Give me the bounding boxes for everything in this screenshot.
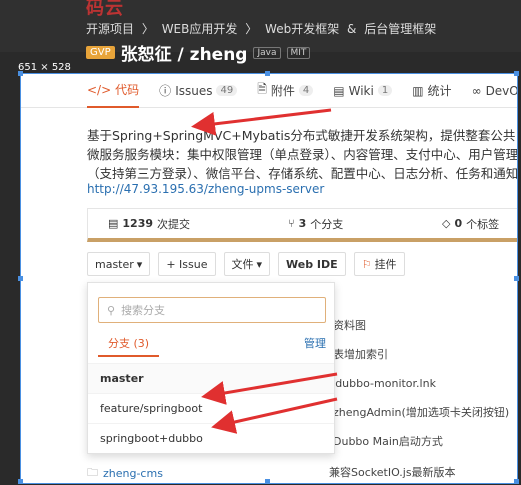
license-tag[interactable]: MIT xyxy=(286,46,311,59)
branch-item[interactable]: springboot+dubbo xyxy=(88,423,334,453)
branch-select[interactable]: master ▾ xyxy=(87,252,151,276)
language-tag[interactable]: Java xyxy=(253,46,281,59)
list-item[interactable]: add dubbo-monitor.lnk xyxy=(311,369,517,398)
info-icon: ⓘ xyxy=(159,84,172,98)
repo-actions: master ▾ + Issue 文件 ▾ Web IDE ⚐ 挂件 xyxy=(87,252,405,276)
tag-icon: ◇ xyxy=(442,217,451,230)
file-commit-list: d 增加资料图 日志表增加索引 add dubbo-monitor.lnk 更新… xyxy=(311,282,517,456)
breadcrumb-separator: & xyxy=(347,22,357,36)
mount-label: 挂件 xyxy=(374,258,397,271)
branches-count: 3 xyxy=(298,217,307,230)
tab-label: DevOps xyxy=(485,83,518,98)
repo-tabs: </> 代码 ⓘ Issues 49 🗎 附件 4 ▤ Wiki 1 ▥ 统计 … xyxy=(21,74,517,108)
breadcrumb-item[interactable]: 后台管理框架 xyxy=(364,22,436,36)
breadcrumb-separator: 〉 xyxy=(141,22,154,36)
commit-icon: ▤ xyxy=(108,217,119,230)
branches-stat[interactable]: ⑂ 3 个分支 xyxy=(288,216,343,232)
file-row[interactable]: 🗀 zheng-cms xyxy=(87,464,163,483)
file-menu-button[interactable]: 文件 ▾ xyxy=(223,252,271,276)
tab-branches[interactable]: 分支 (3) xyxy=(98,335,160,357)
list-item[interactable]: 改为Dubbo Main启动方式 xyxy=(311,427,517,456)
commits-stat[interactable]: ▤ 1239 次提交 xyxy=(108,216,190,232)
attachment-icon: 🗎 xyxy=(257,82,267,96)
branch-select-value: master xyxy=(95,257,134,271)
commits-label: 次提交 xyxy=(157,217,191,231)
tab-label: 附件 xyxy=(270,84,295,98)
list-item[interactable]: 日志表增加索引 xyxy=(311,340,517,369)
resize-handle[interactable] xyxy=(265,479,270,484)
resize-handle[interactable] xyxy=(514,276,519,281)
search-icon: ⚲ xyxy=(107,303,116,317)
dropdown-tabs: 分支 (3) 管理 xyxy=(98,335,326,357)
resize-handle[interactable] xyxy=(514,71,519,76)
tab-stats[interactable]: ▥ 统计 xyxy=(412,74,451,108)
gvp-badge: GVP xyxy=(86,46,115,59)
breadcrumb: 开源项目 〉 WEB应用开发 〉 Web开发框架 & 后台管理框架 xyxy=(86,20,440,37)
branch-item[interactable]: feature/springboot xyxy=(88,393,334,423)
resize-handle[interactable] xyxy=(18,479,23,484)
tab-label: Issues xyxy=(175,83,213,98)
tab-label: Wiki xyxy=(348,83,374,98)
breadcrumb-item[interactable]: Web开发框架 xyxy=(265,22,339,36)
tab-label: 代码 xyxy=(115,83,140,97)
file-commit-message[interactable]: 兼容SocketIO.js最新版本 xyxy=(329,464,456,480)
branches-label: 个分支 xyxy=(310,217,344,231)
resize-handle[interactable] xyxy=(514,479,519,484)
repo-stats-bar: ▤ 1239 次提交 ⑂ 3 个分支 ◇ 0 个标签 xyxy=(87,208,517,242)
file-name[interactable]: zheng-cms xyxy=(103,467,163,480)
caret-down-icon: ▾ xyxy=(256,257,263,271)
project-header: GVP 张恕征 / zheng Java MIT xyxy=(86,40,311,65)
search-placeholder: 搜索分支 xyxy=(121,304,166,317)
selection-size-label: 651 × 528 xyxy=(18,62,71,73)
infinity-icon: ∞ xyxy=(471,83,482,98)
selection-frame: </> 代码 ⓘ Issues 49 🗎 附件 4 ▤ Wiki 1 ▥ 统计 … xyxy=(20,73,518,484)
tab-issues[interactable]: ⓘ Issues 49 xyxy=(159,74,238,108)
project-link[interactable]: http://47.93.195.63/zheng-upms-server xyxy=(87,182,324,196)
site-logo[interactable]: 码云 xyxy=(86,0,124,20)
tab-label: 统计 xyxy=(427,84,452,98)
branch-search-input[interactable]: ⚲ 搜索分支 xyxy=(98,297,326,323)
new-issue-button[interactable]: + Issue xyxy=(158,252,216,276)
branch-icon: ⑂ xyxy=(288,217,295,230)
tab-count: 49 xyxy=(216,85,238,96)
project-title[interactable]: 张恕征 / zheng xyxy=(121,40,248,65)
web-ide-button[interactable]: Web IDE xyxy=(278,252,346,276)
code-icon: </> xyxy=(87,82,112,97)
wiki-icon: ▤ xyxy=(333,83,345,98)
list-item[interactable]: d xyxy=(311,282,517,311)
tab-wiki[interactable]: ▤ Wiki 1 xyxy=(333,74,393,108)
resize-handle[interactable] xyxy=(18,71,23,76)
manage-link[interactable]: 管理 xyxy=(304,335,326,357)
folder-icon: 🗀 xyxy=(87,466,98,479)
mount-button[interactable]: ⚐ 挂件 xyxy=(353,252,405,276)
resize-handle[interactable] xyxy=(18,276,23,281)
tab-count: 4 xyxy=(298,85,314,96)
breadcrumb-item[interactable]: WEB应用开发 xyxy=(162,22,238,36)
tab-devops[interactable]: ∞ DevOps xyxy=(471,74,518,108)
breadcrumb-item[interactable]: 开源项目 xyxy=(86,22,134,36)
caret-down-icon: ▾ xyxy=(136,257,143,271)
top-header: 码云 开源项目 〉 WEB应用开发 〉 Web开发框架 & 后台管理框架 GVP… xyxy=(0,0,521,65)
list-item[interactable]: 增加资料图 xyxy=(311,311,517,340)
tab-attachments[interactable]: 🗎 附件 4 xyxy=(257,74,314,108)
list-item[interactable]: 更新zhengAdmin(增加选项卡关闭按钮) xyxy=(311,398,517,427)
file-menu-label: 文件 xyxy=(231,258,254,271)
commits-count: 1239 xyxy=(122,217,154,230)
bookmark-icon: ⚐ xyxy=(361,257,372,271)
tags-count: 0 xyxy=(454,217,463,230)
tab-code[interactable]: </> 代码 xyxy=(87,74,140,108)
arrow-to-code-tab xyxy=(191,108,332,136)
tags-stat[interactable]: ◇ 0 个标签 xyxy=(442,216,499,232)
chart-icon: ▥ xyxy=(412,83,424,98)
branch-item[interactable]: master xyxy=(88,363,334,393)
branch-dropdown: ⚲ 搜索分支 分支 (3) 管理 master feature/springbo… xyxy=(87,282,335,454)
resize-handle[interactable] xyxy=(265,71,270,76)
project-description: 基于Spring+SpringMVC+Mybatis分布式敏捷开发系统架构，提供… xyxy=(87,128,518,181)
breadcrumb-separator: 〉 xyxy=(245,22,258,36)
tab-count: 1 xyxy=(377,85,393,96)
branch-list: master feature/springboot springboot+dub… xyxy=(88,363,334,453)
tags-label: 个标签 xyxy=(466,217,500,231)
